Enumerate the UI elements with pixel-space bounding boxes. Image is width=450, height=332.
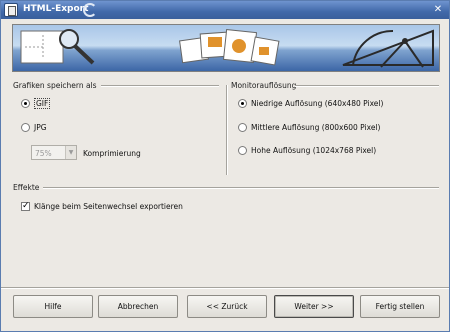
- resolution-medium-label[interactable]: Mittlere Auflösung (800x600 Pixel): [251, 123, 380, 132]
- help-button[interactable]: Hilfe: [13, 295, 93, 318]
- title-bar[interactable]: HTML-Export ✕: [1, 1, 449, 19]
- sounds-checkbox-label[interactable]: Klänge beim Seitenwechsel exportieren: [34, 202, 183, 211]
- resolution-medium-radio[interactable]: [238, 123, 247, 132]
- back-button[interactable]: << Zurück: [187, 295, 267, 318]
- gif-radio-label[interactable]: GIF: [34, 98, 51, 109]
- resolution-high-radio[interactable]: [238, 146, 247, 155]
- effects-group-line: [43, 187, 439, 189]
- jpg-radio[interactable]: [21, 123, 30, 132]
- group-divider: [226, 85, 228, 175]
- cancel-button[interactable]: Abbrechen: [98, 295, 178, 318]
- gif-radio[interactable]: [21, 99, 30, 108]
- banner-illustration: [20, 28, 434, 68]
- graphics-group-title: Grafiken speichern als: [13, 81, 97, 90]
- app-icon: [4, 3, 18, 17]
- compression-spinbox: 75% ▼: [31, 145, 77, 160]
- finish-button[interactable]: Fertig stellen: [360, 295, 440, 318]
- chevron-down-icon: ▼: [65, 146, 76, 159]
- next-button[interactable]: Weiter >>: [274, 295, 354, 318]
- compression-value: 75%: [35, 149, 52, 158]
- button-separator: [1, 287, 449, 289]
- compression-label: Komprimierung: [83, 149, 141, 158]
- jpg-radio-label[interactable]: JPG: [34, 123, 47, 132]
- chart-pages-icon: [179, 28, 280, 66]
- resolution-high-label[interactable]: Hohe Auflösung (1024x768 Pixel): [251, 146, 376, 155]
- checkmark-icon: ✓: [22, 201, 30, 211]
- magnifier-icon: [20, 29, 95, 65]
- monitor-group-line: [295, 85, 439, 87]
- sounds-checkbox[interactable]: ✓: [21, 201, 30, 211]
- effects-group-title: Effekte: [13, 183, 40, 192]
- wizard-banner: [12, 24, 440, 72]
- close-icon[interactable]: ✕: [431, 3, 445, 16]
- title-swirl-icon: [83, 3, 97, 17]
- window-title: HTML-Export: [23, 4, 89, 14]
- monitor-group-title: Monitorauflösung: [231, 81, 297, 90]
- drafting-compass-icon: [342, 29, 434, 68]
- html-export-dialog: HTML-Export ✕ Grafiken speichern als GIF…: [0, 0, 450, 332]
- resolution-low-label[interactable]: Niedrige Auflösung (640x480 Pixel): [251, 99, 383, 108]
- resolution-low-radio[interactable]: [238, 99, 247, 108]
- graphics-group-line: [101, 85, 219, 87]
